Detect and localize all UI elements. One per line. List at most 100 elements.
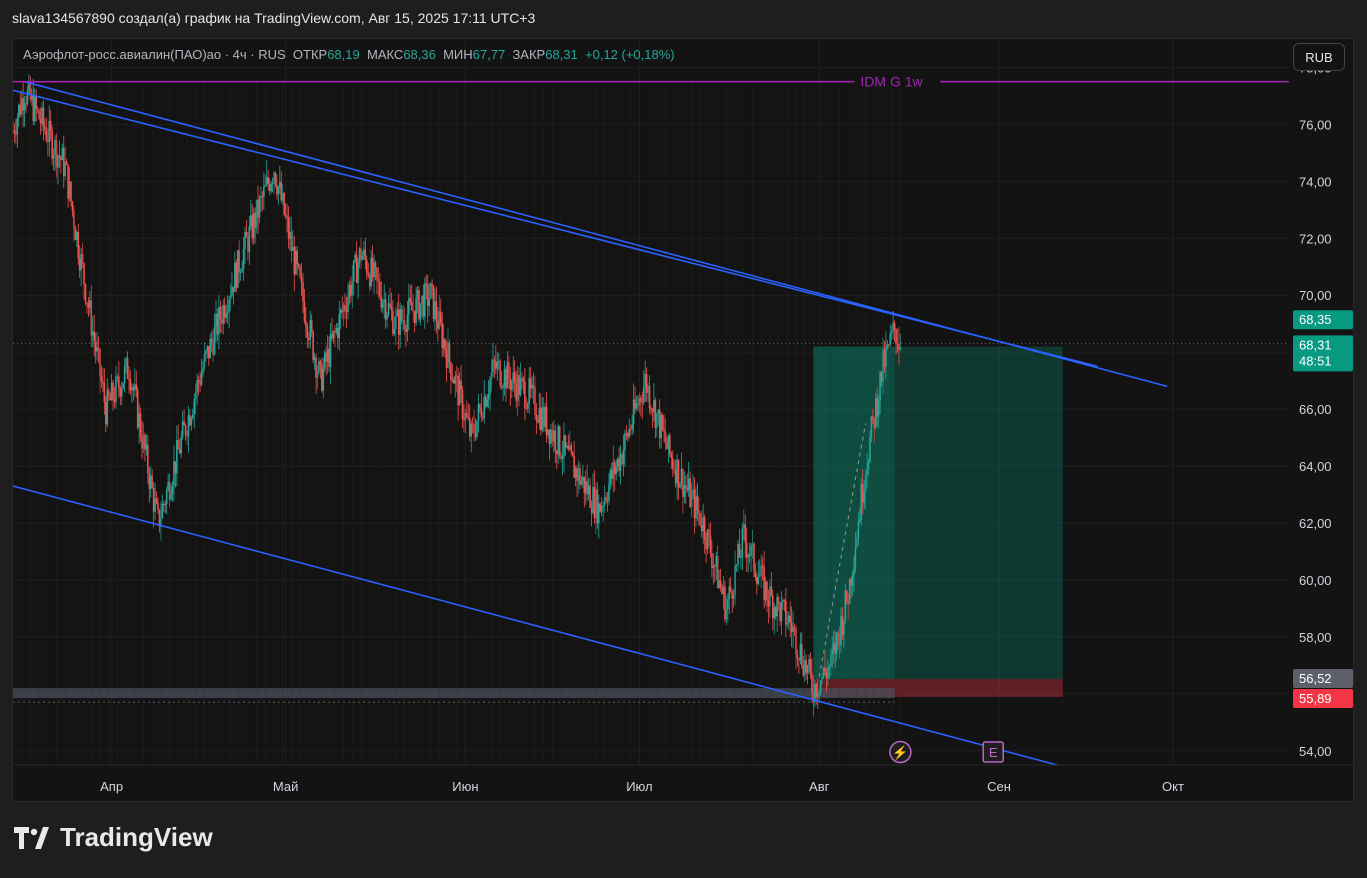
candle-body xyxy=(87,303,90,308)
candle-body xyxy=(825,672,828,679)
candle-body xyxy=(689,478,691,507)
candle-body xyxy=(859,519,861,522)
candle-body xyxy=(669,434,671,454)
brand-name: TradingView xyxy=(60,822,213,852)
candle-body xyxy=(879,371,881,402)
candle-body xyxy=(748,555,751,557)
position-filled-zone xyxy=(813,346,895,680)
candle-body xyxy=(33,96,36,122)
candle-body xyxy=(232,286,235,292)
candle-body xyxy=(600,505,603,512)
candle-body xyxy=(848,579,851,605)
candle-body xyxy=(110,382,113,401)
candle-body xyxy=(280,182,283,201)
candle-body xyxy=(357,262,359,283)
candle-body xyxy=(161,503,164,519)
candle-body xyxy=(147,444,149,474)
candle-body xyxy=(772,595,774,619)
price-chart[interactable]: IDM G 1w78,0076,0074,0072,0070,0068,0066… xyxy=(13,39,1354,802)
candle-body xyxy=(677,459,680,488)
candle-body xyxy=(468,418,471,437)
candle-body xyxy=(231,286,233,297)
candle-body xyxy=(732,594,735,599)
candle-body xyxy=(268,184,271,192)
candle-body xyxy=(460,380,462,390)
candle-body xyxy=(844,590,847,620)
candle-body xyxy=(322,368,325,391)
candle-body xyxy=(547,429,549,436)
candle-body xyxy=(84,284,87,303)
candle-body xyxy=(54,139,56,155)
candle-body xyxy=(535,414,538,421)
candle-body xyxy=(215,313,217,327)
candle-body xyxy=(642,386,645,403)
chart-frame[interactable]: Аэрофлот-росс.авиалин(ПАО)ао · 4ч · RUS … xyxy=(12,38,1354,802)
candle-body xyxy=(889,333,892,345)
candle-body xyxy=(293,246,296,275)
candle-body xyxy=(245,231,248,238)
candle-body xyxy=(183,421,185,426)
candle-body xyxy=(832,643,835,651)
candle-body xyxy=(60,157,62,160)
close-value: 68,31 xyxy=(545,47,578,62)
candle-body xyxy=(44,126,46,131)
candle-body xyxy=(405,328,407,332)
candle-body xyxy=(83,263,85,285)
candle-body xyxy=(876,397,878,417)
candle-body xyxy=(366,259,368,274)
candle-body xyxy=(513,372,516,384)
candle-body xyxy=(393,328,396,334)
candle-body xyxy=(537,420,539,423)
candle-body xyxy=(587,485,590,495)
candle-body xyxy=(289,231,291,239)
candle-body xyxy=(453,380,455,384)
candle-body xyxy=(310,320,313,332)
candle-body xyxy=(228,299,230,313)
candle-body xyxy=(679,483,681,488)
candle-body xyxy=(364,249,367,260)
currency-button[interactable]: RUB xyxy=(1293,43,1345,71)
candle-body xyxy=(187,415,190,437)
candle-body xyxy=(313,357,316,361)
candle-body xyxy=(287,217,290,239)
candle-body xyxy=(671,458,674,469)
candle-body xyxy=(721,587,723,594)
candle-body xyxy=(422,295,425,317)
candle-body xyxy=(634,399,636,409)
candle-body xyxy=(286,215,288,218)
candle-body xyxy=(448,342,451,363)
candle-body xyxy=(271,182,274,184)
candle-body xyxy=(497,360,500,362)
price-label-entry-text: 56,52 xyxy=(1299,671,1332,686)
candle-body xyxy=(164,503,167,505)
candle-body xyxy=(853,567,855,575)
candle-body xyxy=(413,310,416,323)
candle-body xyxy=(300,276,303,283)
candle-body xyxy=(827,669,829,679)
candle-body xyxy=(335,327,338,333)
candle-body xyxy=(801,644,803,666)
candle-body xyxy=(193,398,196,415)
candle-body xyxy=(814,683,816,702)
candle-body xyxy=(506,362,509,389)
candle-body xyxy=(580,480,583,485)
candle-body xyxy=(223,304,226,318)
candle-body xyxy=(854,548,857,568)
candle-body xyxy=(576,468,578,482)
candle-body xyxy=(619,454,622,471)
candle-body xyxy=(274,172,277,185)
candle-body xyxy=(279,182,281,187)
candle-body xyxy=(154,498,156,512)
candle-body xyxy=(608,483,610,501)
candle-body xyxy=(106,389,109,425)
candle-body xyxy=(383,299,385,303)
candle-body xyxy=(519,378,522,396)
candle-body xyxy=(248,226,251,252)
candle-body xyxy=(538,407,541,423)
candle-body xyxy=(283,193,285,215)
candle-body xyxy=(792,627,794,632)
candle-body xyxy=(628,428,631,437)
candle-body xyxy=(866,469,868,475)
candle-body xyxy=(434,301,436,319)
candle-body xyxy=(693,489,696,519)
